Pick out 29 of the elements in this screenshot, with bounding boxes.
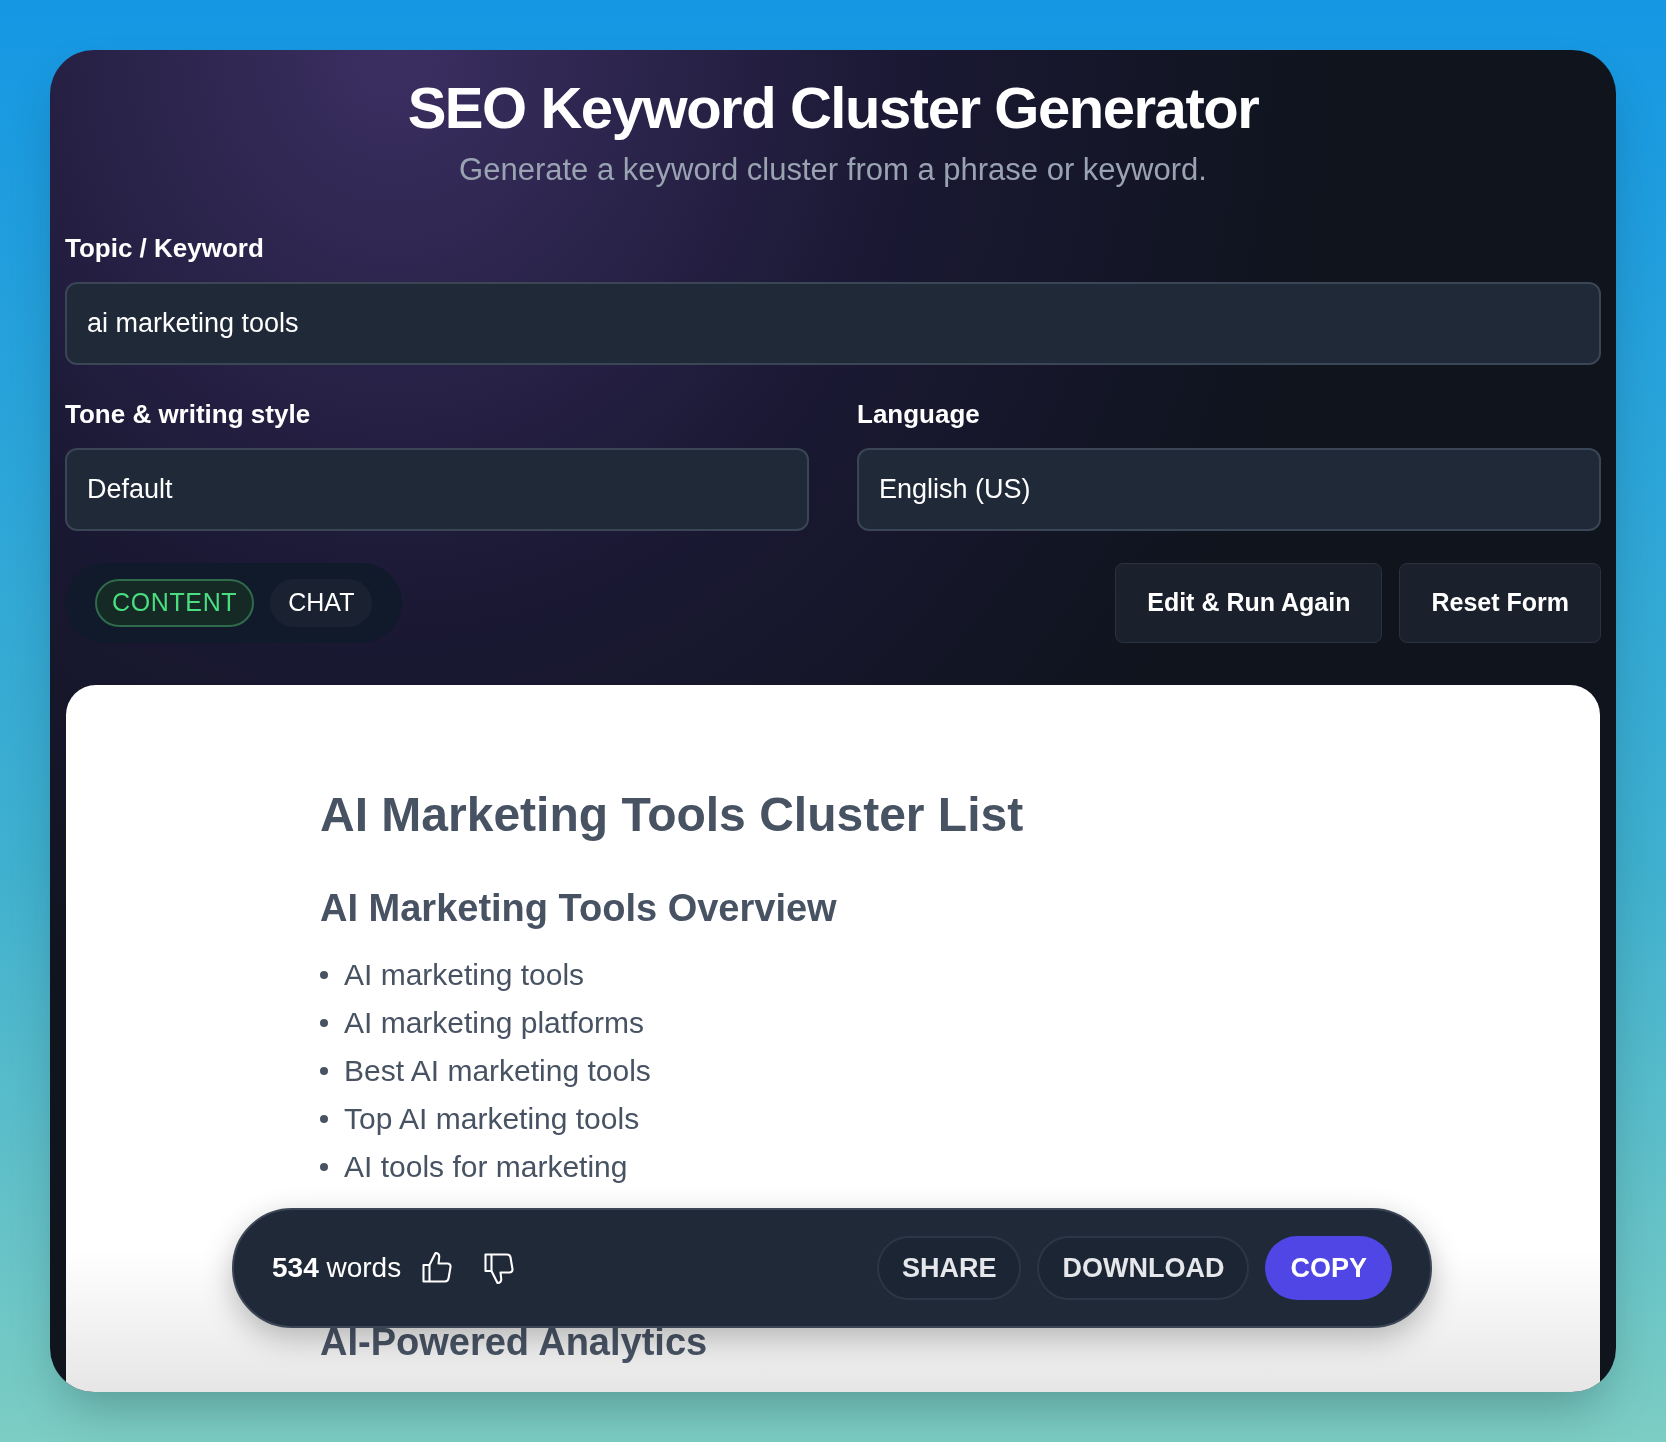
document-title: AI Marketing Tools Cluster List: [320, 787, 1025, 843]
bullet-icon: [320, 1066, 328, 1075]
list-item: AI tools for marketing: [344, 1149, 628, 1185]
list-item: Best AI marketing tools: [344, 1053, 651, 1089]
language-select[interactable]: English (US): [857, 448, 1601, 531]
tone-select[interactable]: Default: [65, 448, 809, 531]
word-count: 534 words: [272, 1251, 402, 1285]
mode-tab[interactable]: CONTENT: [95, 579, 255, 627]
page-title: SEO Keyword Cluster Generator: [407, 74, 1259, 142]
section-heading: AI Marketing Tools Overview: [320, 886, 838, 931]
topic-input[interactable]: ai marketing tools: [65, 282, 1601, 365]
action-button[interactable]: Reset Form: [1399, 563, 1601, 643]
toolbar-button[interactable]: SHARE: [876, 1236, 1022, 1300]
copy-button[interactable]: COPY: [1265, 1236, 1392, 1300]
action-button[interactable]: Edit & Run Again: [1115, 563, 1383, 643]
bullet-icon: [320, 1162, 328, 1171]
bullet-icon: [320, 970, 328, 979]
field-label: Tone & writing style: [65, 398, 312, 431]
mode-tab[interactable]: CHAT: [270, 579, 373, 627]
field-label: Language: [857, 398, 981, 431]
page-subtitle: Generate a keyword cluster from a phrase or keyword.: [459, 150, 1207, 189]
section-heading: AI-Powered Analytics: [320, 1319, 709, 1365]
list-item: AI marketing tools: [344, 957, 585, 993]
list-item: AI marketing platforms: [344, 1005, 645, 1041]
toolbar-button[interactable]: DOWNLOAD: [1037, 1236, 1250, 1300]
bullet-icon: [320, 1114, 328, 1123]
field-label: Topic / Keyword: [65, 232, 265, 265]
list-item: Top AI marketing tools: [344, 1101, 640, 1137]
bullet-icon: [320, 1018, 328, 1027]
